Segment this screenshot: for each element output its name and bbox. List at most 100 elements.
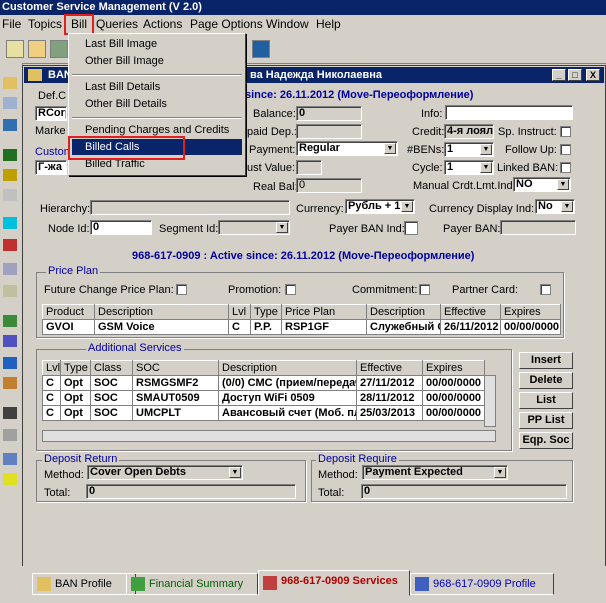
stack-icon[interactable] xyxy=(3,357,17,369)
table-cell: GSM Voice xyxy=(94,319,229,335)
currency-dropdown[interactable]: Рубль + 1 ▼ xyxy=(345,199,415,214)
print-icon[interactable] xyxy=(6,40,24,58)
bens-dropdown[interactable]: 1 ▼ xyxy=(444,142,494,157)
table-cell: 00/00/0000 xyxy=(422,375,485,391)
menu-item-last-bill-image[interactable]: Last Bill Image xyxy=(85,38,157,50)
segment-id-dropdown-arrow-icon[interactable]: ▼ xyxy=(276,222,288,233)
menu-queries[interactable]: Queries xyxy=(96,17,138,31)
table-row[interactable]: C Opt SOC RSMGSMF2 (0/0) СМС (прием/пере… xyxy=(42,375,485,391)
currency-dropdown-arrow-icon[interactable]: ▼ xyxy=(401,201,413,212)
tab-subscriber-profile-label: 968-617-0909 Profile xyxy=(433,578,536,590)
deposit-require-dropdown-arrow-icon[interactable]: ▼ xyxy=(494,467,506,478)
tree-icon[interactable] xyxy=(3,429,17,441)
column-header: Price Plan xyxy=(281,304,367,320)
rcorp-field[interactable]: RCorp xyxy=(35,106,67,121)
tab-financial-summary[interactable]: Financial Summary xyxy=(126,573,258,595)
partner-card-checkbox[interactable] xyxy=(540,284,551,295)
payment-dropdown-arrow-icon[interactable]: ▼ xyxy=(384,143,396,154)
pen-icon[interactable] xyxy=(3,239,17,251)
menu-window[interactable]: Window xyxy=(266,17,309,31)
segment-id-dropdown[interactable]: ▼ xyxy=(218,220,290,235)
linked-ban-checkbox[interactable] xyxy=(560,162,571,173)
promotion-checkbox[interactable] xyxy=(285,284,296,295)
menu-item-last-bill-details[interactable]: Last Bill Details xyxy=(85,81,160,93)
menu-page-options[interactable]: Page Options xyxy=(190,17,263,31)
insert-button[interactable]: Insert xyxy=(519,352,573,369)
tab-ban-profile[interactable]: BAN Profile xyxy=(32,573,136,595)
tab-subscriber-profile[interactable]: 968-617-0909 Profile xyxy=(410,573,554,595)
commitment-checkbox[interactable] xyxy=(419,284,430,295)
transfer-icon[interactable] xyxy=(3,119,17,131)
custom-field[interactable]: Г-жа xyxy=(35,160,67,175)
financial-summary-icon xyxy=(131,577,145,591)
sheet-icon[interactable] xyxy=(3,315,17,327)
user-icon[interactable] xyxy=(28,40,46,58)
column-header: Type xyxy=(250,304,282,320)
globe-icon[interactable] xyxy=(50,40,68,58)
table-row[interactable]: GVOI GSM Voice C P.P. RSP1GF Служебный G… xyxy=(42,319,561,335)
cycle-dropdown-arrow-icon[interactable]: ▼ xyxy=(480,162,492,173)
cycle-label: Cycle: xyxy=(412,162,443,174)
tab-services[interactable]: 968-617-0909 Services xyxy=(258,570,410,596)
table-row[interactable]: C Opt SOC SMAUT0509 Доступ WiFi 0509 28/… xyxy=(42,390,485,406)
window-icon[interactable] xyxy=(3,453,17,465)
subscriber-profile-icon xyxy=(415,577,429,591)
currency-display-dropdown[interactable]: No ▼ xyxy=(535,199,575,214)
table-cell: 00/00/0000 xyxy=(500,319,561,335)
follow-up-checkbox[interactable] xyxy=(560,144,571,155)
minimize-button[interactable]: _ xyxy=(552,69,566,81)
menu-item-other-bill-details[interactable]: Other Bill Details xyxy=(85,98,167,110)
menu-help[interactable]: Help xyxy=(316,17,341,31)
node-id-field: 0 xyxy=(90,220,152,235)
bens-dropdown-arrow-icon[interactable]: ▼ xyxy=(480,144,492,155)
menu-file[interactable]: File xyxy=(2,17,21,31)
deposit-require-method-dropdown[interactable]: Payment Expected ▼ xyxy=(362,465,508,480)
table-cell: Opt xyxy=(60,375,91,391)
pp-list-button[interactable]: PP List xyxy=(519,412,573,429)
eqp-soc-button[interactable]: Eqp. Soc xyxy=(519,432,573,449)
payment-dropdown[interactable]: Regular ▼ xyxy=(296,141,398,156)
additional-services-group-label: Additional Services xyxy=(86,342,184,354)
currency-display-dropdown-arrow-icon[interactable]: ▼ xyxy=(561,201,573,212)
chart-icon[interactable] xyxy=(3,335,17,347)
services-vertical-scrollbar[interactable] xyxy=(484,375,496,427)
sp-instruct-checkbox[interactable] xyxy=(560,126,571,137)
services-horizontal-scrollbar[interactable] xyxy=(42,430,496,442)
column-header: Lvl xyxy=(42,360,61,376)
paid-dep-label: paid Dep.: xyxy=(247,126,298,138)
table-cell: 00/00/0000 xyxy=(422,405,485,421)
deposit-return-dropdown-arrow-icon[interactable]: ▼ xyxy=(229,467,241,478)
menu-separator xyxy=(72,117,242,119)
floppy-icon[interactable] xyxy=(3,407,17,419)
list-icon[interactable] xyxy=(3,189,17,201)
menu-topics[interactable]: Topics xyxy=(28,17,62,31)
maximize-button[interactable]: □ xyxy=(568,69,582,81)
menu-item-other-bill-image[interactable]: Other Bill Image xyxy=(85,55,164,67)
ban-window-icon xyxy=(28,69,42,81)
close-button[interactable]: X xyxy=(586,69,600,81)
menu-item-pending-charges[interactable]: Pending Charges and Credits xyxy=(85,124,229,136)
deposit-return-method-dropdown[interactable]: Cover Open Debts ▼ xyxy=(87,465,243,480)
list-button[interactable]: List xyxy=(519,392,573,409)
grid-icon[interactable] xyxy=(3,285,17,297)
document-icon[interactable] xyxy=(3,97,17,109)
truck-icon[interactable] xyxy=(3,377,17,389)
payer-ban-ind-checkbox[interactable] xyxy=(404,221,418,235)
info-field[interactable] xyxy=(445,105,573,120)
coin-icon[interactable] xyxy=(3,169,17,181)
people-icon[interactable] xyxy=(3,473,17,485)
manual-crdt-dropdown-arrow-icon[interactable]: ▼ xyxy=(557,179,569,190)
table-icon[interactable] xyxy=(3,263,17,275)
calculator-icon[interactable] xyxy=(3,149,17,161)
future-change-checkbox[interactable] xyxy=(176,284,187,295)
delete-button[interactable]: Delete xyxy=(519,372,573,389)
table-row[interactable]: C Opt SOC UMCPLT Авансовый счет (Моб. пл… xyxy=(42,405,485,421)
cycle-dropdown[interactable]: 1 ▼ xyxy=(444,160,494,175)
manual-crdt-dropdown[interactable]: NO ▼ xyxy=(513,177,571,192)
billed-calls-highlight xyxy=(68,136,185,160)
price-plan-table: Product Description Lvl Type Price Plan … xyxy=(42,304,561,335)
menu-actions[interactable]: Actions xyxy=(143,17,182,31)
exit-icon[interactable] xyxy=(252,40,270,58)
folder-icon[interactable] xyxy=(3,77,17,89)
cyan-block-icon[interactable] xyxy=(3,217,17,229)
